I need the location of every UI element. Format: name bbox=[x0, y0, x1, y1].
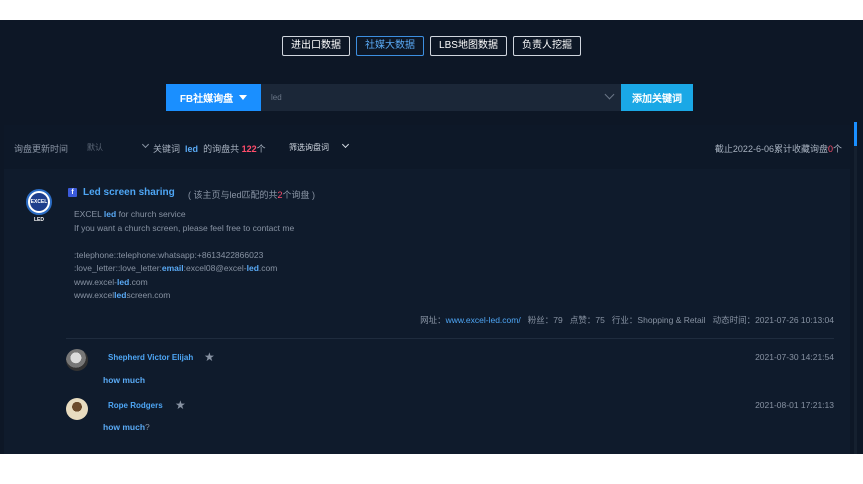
url-label: 网址： bbox=[420, 315, 446, 325]
saved-inquiries-summary: 截止2022-6-06累计收藏询盘0个 bbox=[715, 142, 842, 155]
likes-count: 点赞：75 bbox=[569, 315, 605, 325]
chevron-down-icon[interactable] bbox=[141, 140, 150, 149]
chevron-down-icon[interactable] bbox=[341, 140, 350, 149]
post-meta: 网址：www.excel-led.com/ 粉丝：79 点赞：75 行业：Sho… bbox=[420, 314, 834, 326]
total-prefix: 截止2022-6-06累计收藏询盘 bbox=[714, 144, 828, 154]
star-icon[interactable]: ★ bbox=[175, 399, 186, 411]
comment-time: 2021-07-30 14:21:54 bbox=[755, 352, 834, 362]
source-select-label: FB社媒询盘 bbox=[179, 94, 234, 105]
body-line: If you want a church screen, please feel… bbox=[74, 222, 295, 233]
tab-contact-mining[interactable]: 负责人挖掘 bbox=[512, 36, 581, 56]
website-link[interactable]: www.excel-led.com/ bbox=[446, 315, 521, 325]
facebook-icon: f bbox=[68, 188, 77, 197]
post-match-count: ( 该主页与led匹配的共2个询盘 ) bbox=[188, 188, 315, 201]
filter-keywords-button[interactable]: 筛选询盘词 bbox=[289, 142, 329, 153]
comment-text: how much? bbox=[103, 422, 150, 432]
tab-import-export[interactable]: 进出口数据 bbox=[282, 36, 351, 56]
page-logo: EXCEL LED bbox=[30, 193, 48, 223]
caret-down-icon bbox=[239, 95, 248, 100]
avatar[interactable] bbox=[66, 398, 88, 420]
match-suffix: 个询盘 ) bbox=[282, 190, 316, 200]
match-prefix: ( 该主页与led匹配的共 bbox=[188, 190, 278, 200]
body-line: :love_letter::love_letter:email:excel08@… bbox=[74, 263, 278, 273]
body-line: www.excel-led.com bbox=[74, 276, 148, 287]
total-suffix: 个 bbox=[832, 144, 842, 154]
tab-lbs-map[interactable]: LBS地图数据 bbox=[430, 36, 507, 56]
scrollbar[interactable] bbox=[854, 122, 857, 454]
search-bar: FB社媒询盘 添加关键词 bbox=[166, 84, 693, 111]
post-time: 动态时间：2021-07-26 10:13:04 bbox=[712, 315, 834, 325]
data-source-tabs: 进出口数据 社媒大数据 LBS地图数据 负责人挖掘 bbox=[0, 36, 863, 56]
app-frame: 进出口数据 社媒大数据 LBS地图数据 负责人挖掘 FB社媒询盘 添加关键词 询… bbox=[0, 20, 863, 454]
post-title[interactable]: Led screen sharing bbox=[83, 187, 175, 198]
keyword-input[interactable] bbox=[261, 84, 621, 111]
post-body: EXCEL led for church service If you want… bbox=[74, 208, 294, 303]
source-select[interactable]: FB社媒询盘 bbox=[166, 84, 261, 111]
post-card: EXCEL LED f Led screen sharing ( 该主页与led… bbox=[4, 169, 850, 454]
results-panel: 询盘更新时间 默认 关键词 led 的询盘共 122个 筛选询盘词 截止2022… bbox=[4, 125, 850, 454]
keyword-summary: 关键词 led 的询盘共 122个 bbox=[153, 142, 266, 155]
commenter-name[interactable]: Shepherd Victor Elijah bbox=[108, 353, 193, 362]
count-suffix: 个 bbox=[256, 144, 266, 154]
keyword-value: led bbox=[185, 144, 199, 154]
comment-item: Rope Rodgers ★ 2021-08-01 17:21:13 how m… bbox=[66, 398, 834, 444]
update-time-label: 询盘更新时间 bbox=[14, 144, 69, 154]
keyword-prefix: 关键词 bbox=[153, 144, 181, 154]
count-prefix: 的询盘共 bbox=[203, 144, 240, 154]
add-keyword-button[interactable]: 添加关键词 bbox=[621, 84, 693, 111]
comment-item: Shepherd Victor Elijah ★ 2021-07-30 14:2… bbox=[66, 349, 834, 395]
divider bbox=[66, 338, 834, 339]
scrollbar-thumb[interactable] bbox=[854, 122, 857, 146]
comment-text: how much bbox=[103, 375, 146, 385]
page-avatar[interactable]: EXCEL LED bbox=[26, 189, 52, 223]
fans-count: 粉丝：79 bbox=[527, 315, 563, 325]
body-line: EXCEL led for church service bbox=[74, 209, 186, 219]
avatar[interactable] bbox=[66, 349, 88, 371]
filter-bar: 询盘更新时间 默认 关键词 led 的询盘共 122个 筛选询盘词 截止2022… bbox=[4, 125, 850, 169]
commenter-name[interactable]: Rope Rodgers bbox=[108, 401, 163, 410]
body-line: :telephone::telephone:whatsapp:+86134228… bbox=[74, 249, 264, 260]
star-icon[interactable]: ★ bbox=[204, 351, 215, 363]
keyword-select[interactable] bbox=[261, 84, 621, 111]
comment-time: 2021-08-01 17:21:13 bbox=[755, 400, 834, 410]
update-time-select[interactable]: 默认 bbox=[87, 142, 103, 153]
industry: 行业：Shopping & Retail bbox=[611, 315, 706, 325]
tab-social-media[interactable]: 社媒大数据 bbox=[356, 36, 425, 56]
body-line: www.excelledscreen.com bbox=[74, 290, 171, 300]
inquiry-count: 122 bbox=[241, 144, 257, 154]
